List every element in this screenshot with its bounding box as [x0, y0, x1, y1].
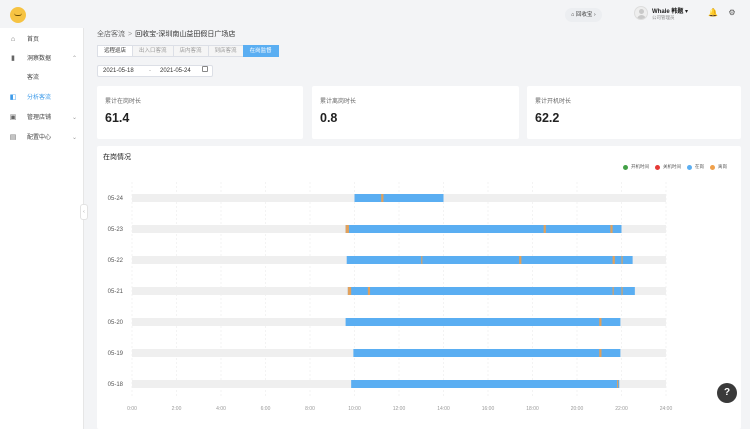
off-duty-mark	[421, 256, 423, 264]
breadcrumb-root[interactable]: 全店客流	[97, 31, 125, 38]
y-tick-label: 05-24	[108, 196, 124, 202]
sidebar-item-traffic[interactable]: 客流	[0, 69, 84, 87]
store-switch-button[interactable]: ⌂ 回收宝 ›	[565, 8, 602, 22]
date-range-picker[interactable]: 2021-05-18 - 2021-05-24	[97, 65, 213, 77]
view-tabs: 远程巡店 出入口客流 店内客流 到店客流 在岗监督	[97, 45, 279, 57]
x-tick-label: 2:00	[172, 406, 182, 412]
y-tick-label: 05-18	[108, 382, 124, 388]
x-tick-label: 4:00	[216, 406, 226, 412]
sidebar-item-store[interactable]: ▣ 管理店铺 ⌄	[0, 109, 84, 127]
on-duty-bar	[347, 287, 635, 295]
analysis-icon: ◧	[9, 94, 17, 101]
off-duty-mark	[610, 225, 613, 233]
y-tick-label: 05-22	[108, 258, 124, 264]
off-duty-mark	[599, 318, 602, 326]
x-tick-label: 18:00	[526, 406, 539, 412]
on-duty-chart-panel: 在岗情况 开机时间 关机时间 在岗 离岗 0:00 2:00 4:00 6:00 8:00 10…	[97, 146, 741, 429]
logo-face	[14, 13, 22, 16]
stat-card-off-duty: 累计离岗时长 0.8	[312, 86, 519, 139]
on-duty-bar	[351, 380, 620, 388]
x-tick-label: 24:00	[660, 406, 673, 412]
chevron-up-icon: ⌃	[72, 56, 78, 62]
date-separator: -	[149, 68, 151, 74]
breadcrumb: 全店客流 > 回收宝-深圳南山益田假日广场店	[97, 29, 235, 39]
y-tick-label: 05-20	[108, 320, 124, 326]
y-tick-label: 05-23	[108, 227, 124, 233]
stat-value: 61.4	[105, 111, 130, 125]
x-tick-label: 22:00	[615, 406, 628, 412]
x-tick-label: 0:00	[127, 406, 137, 412]
on-duty-bar	[345, 225, 622, 233]
date-end: 2021-05-24	[160, 68, 191, 74]
sidebar-item-insight[interactable]: ▮ 洞察数据 ⌃	[0, 50, 84, 68]
user-role: 公司管理员	[652, 15, 675, 20]
off-duty-mark	[345, 225, 349, 233]
help-button[interactable]: ?	[717, 383, 737, 403]
off-duty-mark	[519, 256, 522, 264]
off-duty-mark	[599, 349, 602, 357]
date-start: 2021-05-18	[103, 68, 134, 74]
store-switch-label: 回收宝	[575, 12, 593, 18]
x-tick-label: 16:00	[482, 406, 495, 412]
x-tick-label: 6:00	[261, 406, 271, 412]
off-duty-mark	[612, 256, 615, 264]
sidebar-item-home[interactable]: ⌂ 首页	[0, 31, 84, 49]
chevron-right-icon: ›	[593, 12, 596, 18]
breadcrumb-current: 回收宝-深圳南山益田假日广场店	[135, 31, 236, 38]
stat-label: 累计开机时长	[535, 99, 572, 105]
x-tick-label: 10:00	[348, 406, 361, 412]
on-duty-bar	[346, 256, 633, 264]
on-duty-bar	[354, 194, 444, 202]
store-icon: ▣	[9, 114, 17, 121]
x-tick-label: 8:00	[305, 406, 315, 412]
app-logo[interactable]	[10, 7, 26, 23]
y-tick-label: 05-19	[108, 351, 124, 357]
breadcrumb-separator: >	[128, 31, 133, 38]
tab-arrival-traffic[interactable]: 到店客流	[207, 45, 244, 57]
on-duty-bar	[345, 318, 621, 326]
off-duty-mark	[381, 194, 384, 202]
sidebar: ⌂ 首页 ▮ 洞察数据 ⌃ 客流 ◧ 分析客流 ▣ 管理店铺 ⌄ ▤ 配置中心 …	[0, 28, 84, 429]
sidebar-item-analysis[interactable]: ◧ 分析客流	[0, 89, 84, 107]
stat-card-on-duty: 累计在岗时长 61.4	[97, 86, 303, 139]
off-duty-mark	[621, 256, 623, 264]
x-tick-label: 12:00	[393, 406, 406, 412]
bell-icon[interactable]: 🔔	[708, 8, 718, 18]
chevron-down-icon: ⌄	[72, 115, 78, 121]
user-name[interactable]: Whale 韩题 ▾	[652, 6, 688, 15]
avatar[interactable]	[634, 6, 648, 20]
stat-value: 0.8	[320, 111, 338, 125]
x-tick-label: 20:00	[571, 406, 584, 412]
off-duty-mark	[621, 287, 623, 295]
tab-remote-patrol[interactable]: 远程巡店	[97, 45, 134, 57]
stat-label: 累计离岗时长	[320, 99, 357, 105]
store-icon: ⌂	[571, 12, 575, 18]
config-icon: ▤	[9, 134, 17, 141]
tab-entrance-traffic[interactable]: 出入口客流	[132, 45, 174, 57]
off-duty-mark	[612, 287, 614, 295]
bar-chart-icon: ▮	[11, 55, 15, 62]
caret-down-icon: ▾	[685, 9, 689, 15]
on-duty-timeline-chart: 0:00 2:00 4:00 6:00 8:00 10:00 12:00 14:00 16:00…	[108, 182, 673, 412]
chevron-down-icon: ⌄	[72, 135, 78, 141]
on-duty-bar	[353, 349, 621, 357]
sidebar-item-config[interactable]: ▤ 配置中心 ⌄	[0, 129, 84, 147]
off-duty-mark	[617, 380, 619, 388]
tab-on-duty[interactable]: 在岗监督	[242, 45, 279, 57]
off-duty-mark	[543, 225, 546, 233]
stat-value: 62.2	[535, 111, 560, 125]
off-duty-mark	[367, 287, 371, 295]
calendar-icon	[202, 66, 208, 72]
home-icon: ⌂	[10, 36, 16, 43]
tab-instore-traffic[interactable]: 店内客流	[172, 45, 209, 57]
stat-label: 累计在岗时长	[105, 99, 142, 105]
off-duty-mark	[347, 287, 352, 295]
y-tick-label: 05-21	[108, 289, 124, 295]
sidebar-collapse-button[interactable]: ‹	[80, 204, 88, 220]
settings-icon[interactable]: ⚙	[727, 8, 737, 18]
x-tick-label: 14:00	[437, 406, 450, 412]
stat-card-power-on: 累计开机时长 62.2	[527, 86, 741, 139]
